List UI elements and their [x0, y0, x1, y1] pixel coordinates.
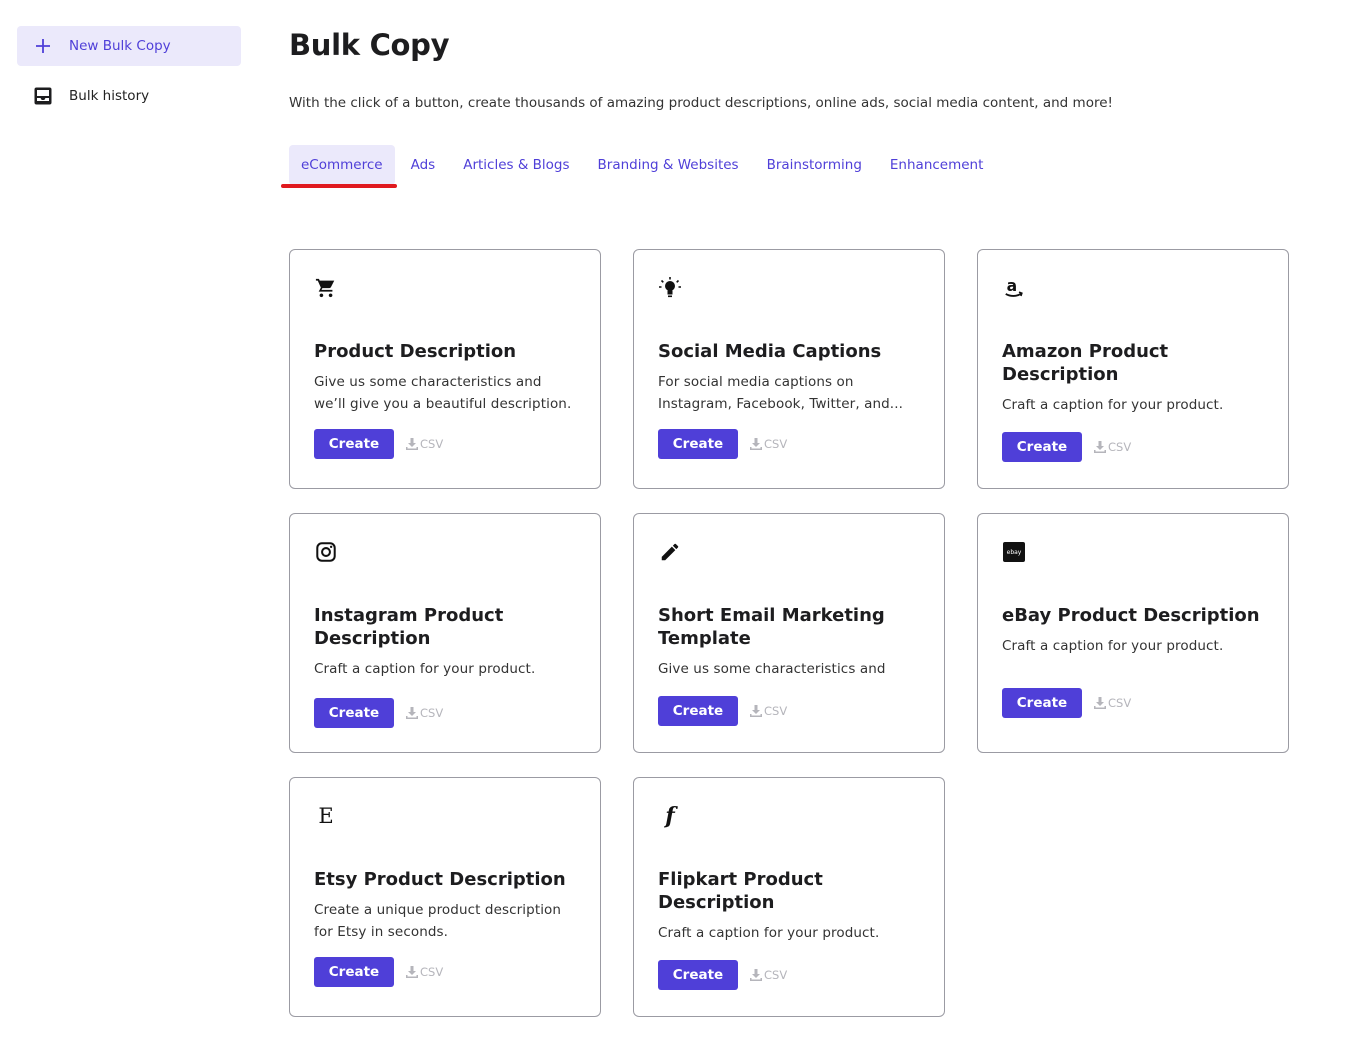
- tab-brainstorming[interactable]: Brainstorming: [755, 145, 874, 185]
- page-subtitle: With the click of a button, create thous…: [289, 95, 1113, 111]
- card-title: eBay Product Description: [1002, 605, 1260, 626]
- page-title: Bulk Copy: [289, 28, 450, 62]
- card-short-email-marketing-template: Short Email Marketing Template Give us s…: [633, 513, 945, 753]
- create-button[interactable]: Create: [1002, 688, 1082, 718]
- card-description: Craft a caption for your product.: [1002, 638, 1224, 654]
- etsy-icon: E: [318, 804, 334, 828]
- card-description: Give us some characteristics and we’ll g…: [658, 661, 886, 677]
- card-title: Instagram Product Description: [314, 605, 504, 649]
- create-button[interactable]: Create: [658, 960, 738, 990]
- card-title: Flipkart Product Description: [658, 869, 823, 913]
- sidebar-item-bulk-history[interactable]: Bulk history: [17, 76, 241, 116]
- card-title: Social Media Captions: [658, 341, 882, 362]
- csv-download[interactable]: CSV: [750, 437, 787, 451]
- card-title: Product Description: [314, 341, 517, 362]
- create-button[interactable]: Create: [658, 696, 738, 726]
- download-icon: [406, 966, 418, 978]
- card-description: Craft a caption for your product.: [1002, 397, 1224, 413]
- sidebar: New Bulk Copy Bulk history: [17, 26, 241, 126]
- card-description: Craft a caption for your product.: [314, 661, 536, 677]
- download-icon: [406, 438, 418, 450]
- create-button[interactable]: Create: [314, 957, 394, 987]
- download-icon: [1094, 441, 1106, 453]
- ebay-icon: ebay: [1002, 540, 1026, 564]
- amazon-icon: a: [1002, 276, 1026, 300]
- sidebar-item-label: Bulk history: [69, 88, 150, 104]
- inbox-icon: [33, 86, 53, 106]
- flipkart-icon: f: [665, 803, 675, 829]
- card-etsy-product-description: E Etsy Product Description Create a uniq…: [289, 777, 601, 1017]
- sidebar-item-new-bulk-copy[interactable]: New Bulk Copy: [17, 26, 241, 66]
- create-button[interactable]: Create: [314, 429, 394, 459]
- download-icon: [750, 969, 762, 981]
- tab-ads[interactable]: Ads: [399, 145, 448, 185]
- card-amazon-product-description: a Amazon Product Description Craft a cap…: [977, 249, 1289, 489]
- download-icon: [1094, 697, 1106, 709]
- csv-download[interactable]: CSV: [406, 965, 443, 979]
- tab-articles-blogs[interactable]: Articles & Blogs: [451, 145, 581, 185]
- card-social-media-captions: Social Media Captions For social media c…: [633, 249, 945, 489]
- download-icon: [406, 707, 418, 719]
- lightbulb-icon: [658, 276, 682, 300]
- plus-icon: [33, 36, 53, 56]
- pencil-icon: [658, 540, 682, 564]
- create-button[interactable]: Create: [314, 698, 394, 728]
- instagram-icon: [314, 540, 338, 564]
- sidebar-item-label: New Bulk Copy: [69, 38, 171, 54]
- card-title: Amazon Product Description: [1002, 341, 1169, 385]
- csv-download[interactable]: CSV: [406, 706, 443, 720]
- annotation-underline-tab: [281, 184, 397, 188]
- card-title: Etsy Product Description: [314, 869, 566, 890]
- card-product-description: Product Description Give us some charact…: [289, 249, 601, 489]
- card-title: Short Email Marketing Template: [658, 605, 885, 649]
- csv-download[interactable]: CSV: [750, 704, 787, 718]
- card-description: Create a unique product description for …: [314, 902, 562, 940]
- download-icon: [750, 438, 762, 450]
- card-instagram-product-description: Instagram Product Description Craft a ca…: [289, 513, 601, 753]
- csv-download[interactable]: CSV: [1094, 696, 1131, 710]
- svg-text:a: a: [1007, 277, 1018, 295]
- cart-icon: [314, 276, 338, 300]
- create-button[interactable]: Create: [1002, 432, 1082, 462]
- tab-branding-websites[interactable]: Branding & Websites: [586, 145, 751, 185]
- csv-download[interactable]: CSV: [750, 968, 787, 982]
- category-tabs: eCommerce Ads Articles & Blogs Branding …: [289, 145, 999, 185]
- template-grid: Product Description Give us some charact…: [289, 249, 1289, 1017]
- card-description: Give us some characteristics and we’ll g…: [314, 374, 572, 412]
- card-description: For social media captions on Instagram, …: [658, 374, 903, 412]
- tab-ecommerce[interactable]: eCommerce: [289, 145, 395, 185]
- tab-enhancement[interactable]: Enhancement: [878, 145, 996, 185]
- card-flipkart-product-description: f Flipkart Product Description Craft a c…: [633, 777, 945, 1017]
- csv-download[interactable]: CSV: [406, 437, 443, 451]
- card-description: Craft a caption for your product.: [658, 925, 880, 941]
- csv-download[interactable]: CSV: [1094, 440, 1131, 454]
- create-button[interactable]: Create: [658, 429, 738, 459]
- download-icon: [750, 705, 762, 717]
- card-ebay-product-description: ebay eBay Product Description Craft a ca…: [977, 513, 1289, 753]
